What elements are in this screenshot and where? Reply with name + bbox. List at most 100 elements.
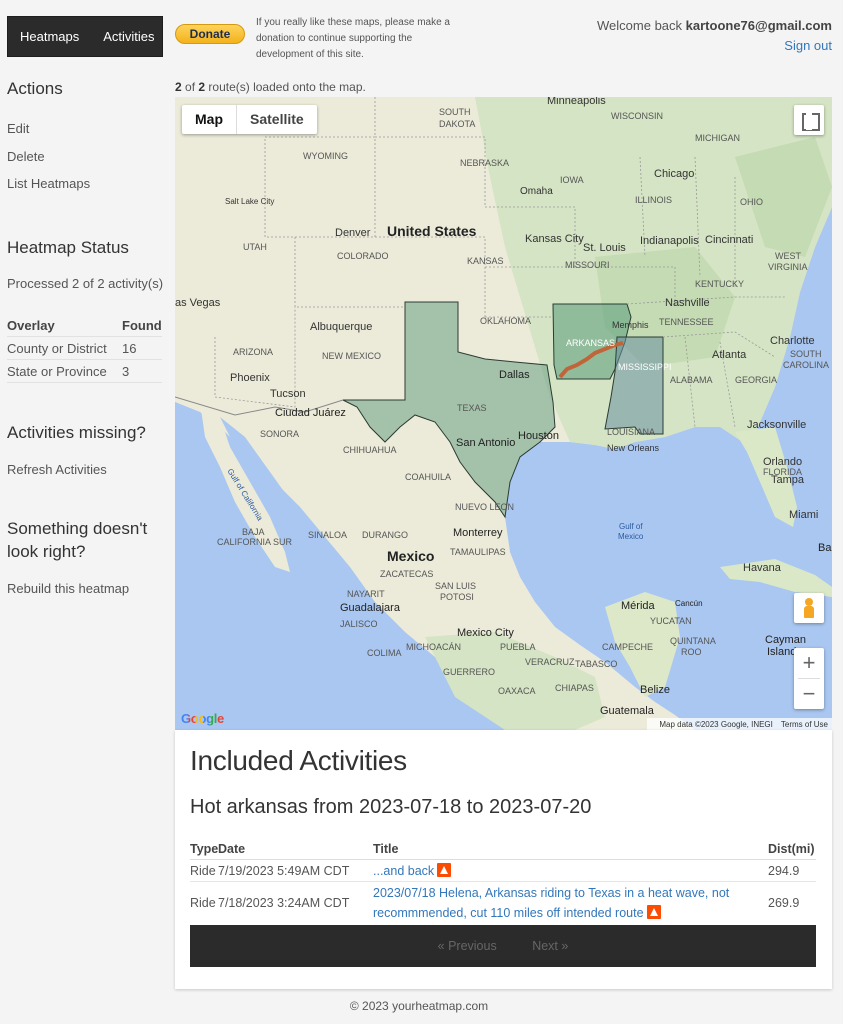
activity-title-link[interactable]: ...and back xyxy=(373,864,434,878)
map-label: Havana xyxy=(743,562,781,574)
overlay-header-row: Overlay Found xyxy=(7,314,162,337)
overlay-col-header: Overlay xyxy=(7,317,55,333)
map-label: Salt Lake City xyxy=(225,197,275,206)
map-label: Dallas xyxy=(499,369,530,381)
google-logo-text: Google xyxy=(181,711,224,726)
overlay-row: County or District 16 xyxy=(7,337,162,360)
map-label: NEW MEXICO xyxy=(322,351,382,361)
included-activities-card: Included Activities Hot arkansas from 20… xyxy=(175,730,832,989)
terms-of-use-link[interactable]: Terms of Use xyxy=(781,720,828,729)
map-label: CAMPECHE xyxy=(602,642,654,652)
list-heatmaps-link[interactable]: List Heatmaps xyxy=(7,176,90,191)
map-label: Belize xyxy=(640,684,670,696)
map-attribution: Map data ©2023 Google, INEGI Terms of Us… xyxy=(647,718,832,730)
map-label: Jacksonville xyxy=(747,419,807,431)
activities-missing-heading: Activities missing? xyxy=(7,423,146,442)
strava-icon[interactable] xyxy=(437,862,452,877)
map-label: OKLAHOMA xyxy=(480,316,532,326)
table-header-row: Type Date Title Dist(mi) xyxy=(190,838,816,860)
map-label: WISCONSIN xyxy=(611,111,664,121)
top-nav: Heatmaps Activities xyxy=(7,16,163,57)
footer: © 2023 yourheatmap.com xyxy=(349,999,489,1013)
map-label: POTOSI xyxy=(440,592,474,602)
map-label: UTAH xyxy=(243,242,267,252)
map-label: Memphis xyxy=(612,320,649,330)
map-label: United States xyxy=(387,223,477,239)
user-email: kartoone76@gmail.com xyxy=(685,18,832,33)
routes-loaded-count: 2 xyxy=(175,80,182,94)
activity-type: Ride xyxy=(190,863,216,878)
activities-table: Type Date Title Dist(mi) Ride 7/19/2023 … xyxy=(190,838,816,924)
map-label: Cancún xyxy=(675,599,703,608)
routes-loaded-total: 2 xyxy=(198,80,206,94)
map-label: Mexico xyxy=(618,532,644,541)
activity-date: 7/18/2023 3:24AM CDT xyxy=(218,896,350,910)
overlay-table: Overlay Found County or District 16 Stat… xyxy=(7,314,162,383)
something-wrong-heading-2: look right? xyxy=(7,542,86,561)
map-label: Denver xyxy=(335,227,371,239)
title-col-header: Title xyxy=(373,841,399,856)
nav-activities[interactable]: Activities xyxy=(103,29,154,44)
map-label: IOWA xyxy=(560,175,584,185)
map-label: Island xyxy=(767,646,797,658)
map-label: GEORGIA xyxy=(735,375,778,385)
activity-title-link-cont[interactable]: recommmended, cut 110 miles off intended… xyxy=(373,906,644,920)
donate-button[interactable]: Donate xyxy=(175,24,245,44)
map-label: TAMAULIPAS xyxy=(450,547,506,557)
sign-out-link[interactable]: Sign out xyxy=(784,38,832,53)
activity-date: 7/19/2023 5:49AM CDT xyxy=(218,863,350,878)
overlay-name: State or Province xyxy=(7,363,107,379)
map-label: Phoenix xyxy=(230,372,270,384)
welcome-prefix: Welcome back xyxy=(597,18,683,33)
map-label: Guatemala xyxy=(600,705,654,717)
map-label: Miami xyxy=(789,509,819,521)
zoom-out-button[interactable]: − xyxy=(794,679,824,709)
map-type-satellite-button[interactable]: Satellite xyxy=(236,105,317,134)
map-label: PUEBLA xyxy=(500,642,536,652)
map-label: COAHUILA xyxy=(405,472,452,482)
map-label: Cayman xyxy=(765,634,806,646)
delete-link[interactable]: Delete xyxy=(7,149,45,164)
edit-link[interactable]: Edit xyxy=(7,121,29,136)
map-label: COLIMA xyxy=(367,648,402,658)
map-label: ILLINOIS xyxy=(635,195,673,205)
next-page-button[interactable]: Next » xyxy=(532,939,568,953)
map-label: YUCATAN xyxy=(650,616,692,626)
included-activities-heading: Included Activities xyxy=(190,745,407,776)
map-label: MISSOURI xyxy=(565,260,610,270)
map-label: SINALOA xyxy=(308,530,348,540)
nav-heatmaps[interactable]: Heatmaps xyxy=(20,29,79,44)
map-label: DURANGO xyxy=(362,530,409,540)
refresh-activities-link[interactable]: Refresh Activities xyxy=(7,462,107,477)
previous-page-button[interactable]: « Previous xyxy=(438,939,497,953)
pegman-icon[interactable] xyxy=(794,593,824,623)
activity-title-link[interactable]: 2023/07/18 Helena, Arkansas riding to Te… xyxy=(373,886,729,900)
rebuild-heatmap-link[interactable]: Rebuild this heatmap xyxy=(7,581,129,596)
pegman-body xyxy=(804,606,814,618)
welcome-text: Welcome back kartoone76@gmail.com xyxy=(597,18,832,33)
map-label: CAROLINA xyxy=(783,360,830,370)
map-label: Bal xyxy=(818,542,832,554)
map-type-map-button[interactable]: Map xyxy=(182,105,236,134)
map-label: ZACATECAS xyxy=(380,569,434,579)
map-label: SOUTH xyxy=(439,107,471,117)
strava-icon[interactable] xyxy=(646,905,661,919)
map-label: CALIFORNIA SUR xyxy=(217,537,293,547)
map-label: Monterrey xyxy=(453,527,503,539)
map-label: VERACRUZ xyxy=(525,657,575,667)
map-label: Cincinnati xyxy=(705,234,754,246)
map-label: CHIAPAS xyxy=(555,683,594,693)
map[interactable]: Minneapolis WISCONSIN SOUTH DAKOTA MICHI… xyxy=(175,97,832,730)
fullscreen-icon[interactable] xyxy=(794,105,824,135)
zoom-in-button[interactable]: + xyxy=(794,648,824,678)
map-label: San Antonio xyxy=(456,437,516,449)
map-label: ARKANSAS xyxy=(566,338,616,348)
map-label: LOUISIANA xyxy=(607,427,656,437)
map-label: JALISCO xyxy=(340,619,378,629)
activity-type: Ride xyxy=(190,896,216,910)
pagination: « Previous Next » xyxy=(190,925,816,967)
zoom-control: + − xyxy=(794,648,824,709)
table-row: Ride 7/18/2023 3:24AM CDT 2023/07/18 Hel… xyxy=(190,882,816,924)
map-label: COLORADO xyxy=(337,251,389,261)
map-label: Tucson xyxy=(270,388,306,400)
